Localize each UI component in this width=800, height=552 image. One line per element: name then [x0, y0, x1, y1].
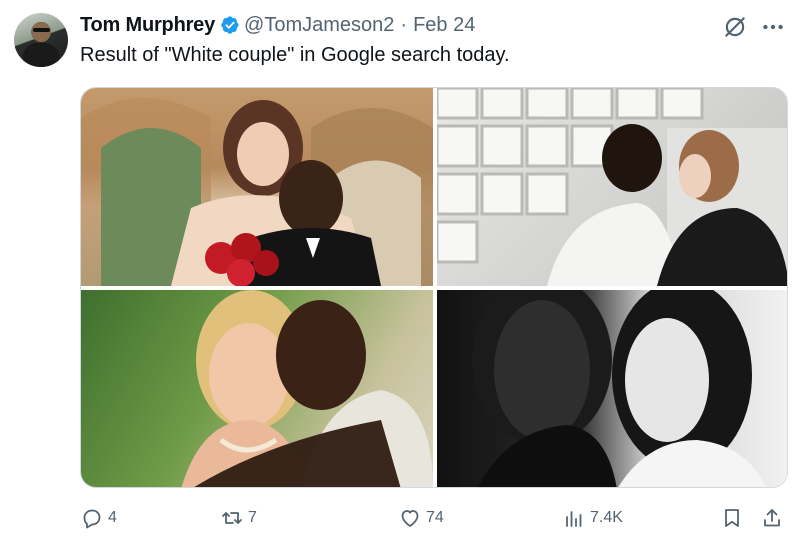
tweet-header: Tom Murphrey @TomJameson2 · Feb 24: [80, 12, 475, 38]
tweet-text: Result of "White couple" in Google searc…: [80, 44, 510, 66]
avatar-head: [33, 22, 50, 42]
views-count: 7.4K: [590, 509, 623, 526]
author-handle[interactable]: @TomJameson2: [244, 14, 394, 37]
tweet-date[interactable]: Feb 24: [413, 14, 475, 37]
author-name[interactable]: Tom Murphrey: [80, 14, 215, 37]
share-icon: [764, 509, 780, 527]
share-button[interactable]: [760, 505, 788, 531]
like-icon: [401, 510, 419, 527]
reply-button[interactable]: 4: [80, 505, 117, 531]
like-button[interactable]: 74: [398, 505, 444, 531]
media-grid: [80, 87, 788, 488]
retweet-icon: [222, 512, 242, 524]
avatar-sunglasses: [33, 28, 50, 32]
repost-count: 7: [248, 509, 257, 526]
bookmark-button[interactable]: [720, 505, 748, 531]
photo-smiling-couple[interactable]: [81, 290, 433, 487]
avatar-body: [23, 43, 59, 67]
separator-dot: ·: [400, 13, 408, 36]
verified-badge-icon[interactable]: [220, 15, 240, 35]
action-bar: 4 7 74 7.4K: [80, 505, 788, 531]
reply-icon: [83, 509, 101, 529]
photo-bw-portrait[interactable]: [437, 290, 787, 487]
more-icon[interactable]: [760, 14, 786, 40]
photo-kissing-couple[interactable]: [437, 88, 787, 286]
views-icon: [566, 511, 582, 527]
bookmark-icon: [725, 509, 739, 527]
grok-icon[interactable]: [722, 14, 748, 40]
views-button[interactable]: 7.4K: [562, 505, 623, 531]
photo-bride-groom[interactable]: [81, 88, 433, 286]
repost-button[interactable]: 7: [220, 505, 257, 531]
avatar[interactable]: [14, 13, 68, 67]
reply-count: 4: [108, 509, 117, 526]
like-count: 74: [426, 509, 444, 526]
